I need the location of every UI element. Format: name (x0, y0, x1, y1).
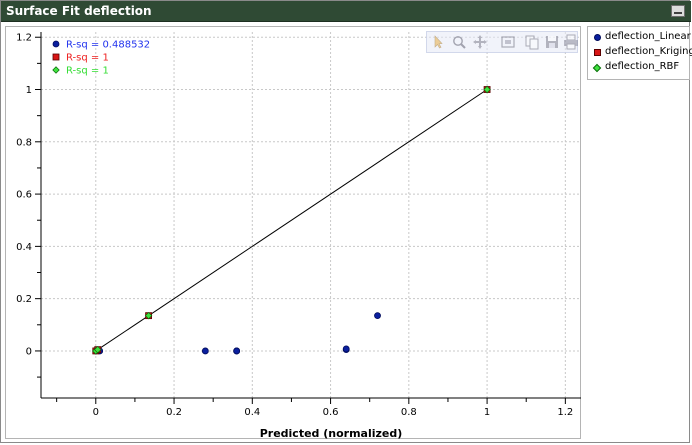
y-tick-label: 0 (26, 346, 32, 357)
rsq-marker-diamond (52, 66, 60, 74)
scatter-chart[interactable]: 0 0.2 0.4 0.6 0.8 1 1.2 0 0.2 0.4 0.6 0.8 1 1.2 Predic… (1, 1, 691, 444)
data-point-circle (374, 312, 381, 320)
data-point-circle (201, 347, 209, 355)
x-tick-label: 0.4 (244, 407, 260, 418)
x-tick-label: 0.6 (323, 407, 339, 418)
y-tick-label: 1.2 (16, 33, 32, 44)
y-tick-label: 0.8 (16, 137, 32, 148)
surface-fit-window: Surface Fit deflection deflection_Linear… (0, 0, 692, 444)
copy-icon[interactable] (523, 34, 541, 50)
data-point-circle (233, 347, 241, 355)
reference-line (95, 89, 488, 352)
rsq-marker-square (52, 53, 60, 61)
y-tick-label: 0.4 (16, 242, 32, 253)
pointer-icon[interactable] (429, 34, 447, 50)
x-tick-label: 0.2 (166, 407, 182, 418)
rsq-annotation: R-sq = 1 (66, 53, 109, 64)
save-icon[interactable] (543, 34, 561, 50)
zoom-icon[interactable] (450, 34, 468, 50)
chart-toolbar (426, 31, 578, 53)
fit-view-icon[interactable] (499, 34, 517, 50)
y-tick-label: 0.6 (16, 190, 32, 201)
pan-icon[interactable] (471, 34, 489, 50)
rsq-annotation: R-sq = 0.488532 (66, 40, 150, 51)
x-tick-label: 0.8 (401, 407, 417, 418)
x-tick-label: 0 (93, 407, 99, 418)
x-axis-label: Predicted (normalized) (260, 427, 403, 440)
x-tick-label: 1 (484, 407, 490, 418)
rsq-marker-circle (52, 40, 60, 48)
x-tick-label: 1.2 (557, 407, 573, 418)
print-icon[interactable] (562, 34, 580, 50)
y-tick-label: 0.2 (16, 294, 32, 305)
y-tick-label: 1 (26, 85, 32, 96)
data-point-circle (342, 345, 350, 353)
rsq-annotation: R-sq = 1 (66, 66, 109, 77)
